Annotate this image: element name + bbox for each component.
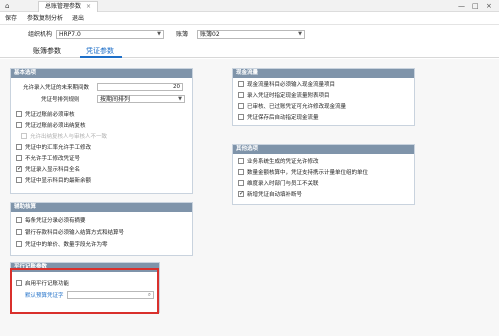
- checkbox[interactable]: [16, 228, 22, 235]
- book-label: 账簿: [176, 31, 189, 38]
- future-periods-label: 允许录入凭证的未来期间数: [23, 85, 90, 91]
- cash-flow-group: 现金流量 现金流量科目必须输入现金流量项目 录入凭证时指定现金流量附表项目 已审…: [232, 68, 415, 126]
- checkbox-label: 数量金额核算中，凭证支持携示计量单位组的单位: [247, 170, 369, 176]
- checkbox[interactable]: [16, 143, 22, 150]
- checkbox-checked[interactable]: ✓: [238, 190, 244, 197]
- other-options-group: 其他选项 业务系统生成的凭证允许修改 数量金额核算中，凭证支持携示计量单位组的单…: [232, 144, 415, 205]
- checkbox-row[interactable]: 凭证中的汇率允许手工修改: [16, 143, 92, 153]
- tab-ledger-params[interactable]: 总账管理参数 ×: [38, 1, 99, 12]
- checkbox-label: 凭证录入显示科目全名: [25, 167, 81, 173]
- chevron-down-icon: ▼: [298, 31, 302, 37]
- book-value: 账簿02: [200, 31, 220, 38]
- chevron-down-icon: ▼: [178, 96, 182, 102]
- active-tab-indicator: [80, 56, 122, 58]
- tab-close-icon[interactable]: ×: [86, 3, 91, 10]
- org-select[interactable]: HRP7.0 ▼: [56, 30, 164, 39]
- checkbox-label: 凭证过账前必须出纳复核: [25, 123, 86, 129]
- checkbox-label: 允许出纳复核人与审核人不一致: [30, 134, 108, 140]
- checkbox-label: 维度录入时部门与员工不关联: [247, 181, 319, 187]
- checkbox[interactable]: [238, 179, 244, 186]
- maximize-icon[interactable]: □: [472, 1, 479, 11]
- checkbox[interactable]: [238, 102, 244, 109]
- group-title: 其他选项: [233, 145, 414, 154]
- home-icon[interactable]: ⌂: [5, 1, 9, 11]
- checkbox-row: 允许出纳复核人与审核人不一致: [21, 132, 108, 142]
- future-periods-input[interactable]: 20: [97, 83, 183, 91]
- checkbox-row[interactable]: ✓ 新增凭证自动填补断号: [238, 190, 303, 200]
- group-title: 基本选项: [11, 69, 192, 78]
- checkbox-row[interactable]: 凭证中的单价、数量字段允许为零: [16, 240, 108, 250]
- checkbox-row[interactable]: 不允许手工修改凭证号: [16, 154, 81, 164]
- title-bar: ⌂ 总账管理参数 × — □ ×: [0, 0, 499, 12]
- highlight-box: [10, 268, 159, 314]
- checkbox-label: 凭证过账前必须审核: [25, 112, 75, 118]
- checkbox-label: 每条凭证分录必须有摘要: [25, 218, 86, 224]
- window-close-icon[interactable]: ×: [486, 1, 492, 11]
- checkbox[interactable]: [16, 240, 22, 247]
- param-copy-button[interactable]: 参数复制分析: [27, 14, 63, 23]
- save-button[interactable]: 保存: [5, 14, 17, 23]
- org-value: HRP7.0: [59, 31, 81, 38]
- checkbox-label: 凭证保存后自动指定现金流量: [247, 115, 319, 121]
- group-title: 辅助核算: [11, 203, 192, 212]
- checkbox-row[interactable]: 凭证保存后自动指定现金流量: [238, 113, 319, 123]
- tab-label: 总账管理参数: [45, 3, 82, 10]
- book-select[interactable]: 账簿02 ▼: [197, 30, 305, 39]
- menu-bar: 保存 参数复制分析 退出: [0, 12, 499, 25]
- tab-voucher-params[interactable]: 凭证参数: [86, 47, 114, 56]
- checkbox-row[interactable]: 凭证中显示科目的最新余额: [16, 176, 92, 186]
- tab-strip: 账簿参数 凭证参数: [0, 45, 499, 58]
- checkbox[interactable]: [16, 121, 22, 128]
- checkbox[interactable]: [16, 110, 22, 117]
- checkbox-row[interactable]: 已审核、已过账凭证可允许修改现金流量: [238, 102, 347, 112]
- group-title: 现金流量: [233, 69, 414, 78]
- checkbox[interactable]: [16, 176, 22, 183]
- checkbox-row[interactable]: 银行存款科目必须输入结算方式和结算号: [16, 228, 125, 238]
- checkbox-label: 凭证中的汇率允许手工修改: [25, 145, 92, 151]
- checkbox-label: 现金流量科目必须输入现金流量项目: [247, 82, 336, 88]
- checkbox[interactable]: [238, 157, 244, 164]
- org-label: 组织机构: [28, 31, 53, 38]
- minimize-icon[interactable]: —: [458, 1, 465, 11]
- checkbox-row[interactable]: 凭证过账前必须出纳复核: [16, 121, 86, 131]
- basic-options-group: 基本选项 允许录入凭证的未来期间数 20 凭证号排列规则 按期间排列 ▼ 凭证过账…: [10, 68, 193, 194]
- checkbox-row[interactable]: 业务系统生成的凭证允许修改: [238, 157, 319, 167]
- checkbox[interactable]: [238, 113, 244, 120]
- checkbox-row[interactable]: 录入凭证时指定现金流量附表项目: [238, 91, 330, 101]
- aux-accounting-group: 辅助核算 每条凭证分录必须有摘要 银行存款科目必须输入结算方式和结算号 凭证中的…: [10, 202, 193, 256]
- checkbox-row[interactable]: 凭证过账前必须审核: [16, 110, 75, 120]
- checkbox-row[interactable]: ✓ 凭证录入显示科目全名: [16, 165, 81, 175]
- checkbox-row[interactable]: 维度录入时部门与员工不关联: [238, 179, 319, 189]
- checkbox[interactable]: [16, 216, 22, 223]
- checkbox[interactable]: [238, 168, 244, 175]
- checkbox-label: 凭证中显示科目的最新余额: [25, 178, 92, 184]
- checkbox-label: 凭证中的单价、数量字段允许为零: [25, 242, 108, 248]
- tab-book-params[interactable]: 账簿参数: [33, 47, 61, 56]
- checkbox[interactable]: [238, 80, 244, 87]
- numbering-rule-select[interactable]: 按期间排列 ▼: [97, 95, 185, 103]
- checkbox[interactable]: [238, 91, 244, 98]
- checkbox-label: 业务系统生成的凭证允许修改: [247, 159, 319, 165]
- checkbox-checked[interactable]: ✓: [16, 165, 22, 172]
- checkbox-label: 新增凭证自动填补断号: [247, 192, 303, 198]
- chevron-down-icon: ▼: [157, 31, 161, 37]
- checkbox-label: 不允许手工修改凭证号: [25, 156, 81, 162]
- checkbox-row[interactable]: 每条凭证分录必须有摘要: [16, 216, 86, 226]
- exit-button[interactable]: 退出: [72, 14, 84, 23]
- checkbox-label: 已审核、已过账凭证可允许修改现金流量: [247, 104, 347, 110]
- checkbox-row[interactable]: 数量金额核算中，凭证支持携示计量单位组的单位: [238, 168, 369, 178]
- checkbox[interactable]: [16, 154, 22, 161]
- checkbox-label: 银行存款科目必须输入结算方式和结算号: [25, 230, 125, 236]
- checkbox-label: 录入凭证时指定现金流量附表项目: [247, 93, 330, 99]
- numbering-rule-label: 凭证号排列规则: [41, 97, 80, 103]
- checkbox-row[interactable]: 现金流量科目必须输入现金流量项目: [238, 80, 336, 90]
- checkbox: [21, 132, 27, 139]
- numbering-rule-value: 按期间排列: [100, 96, 131, 103]
